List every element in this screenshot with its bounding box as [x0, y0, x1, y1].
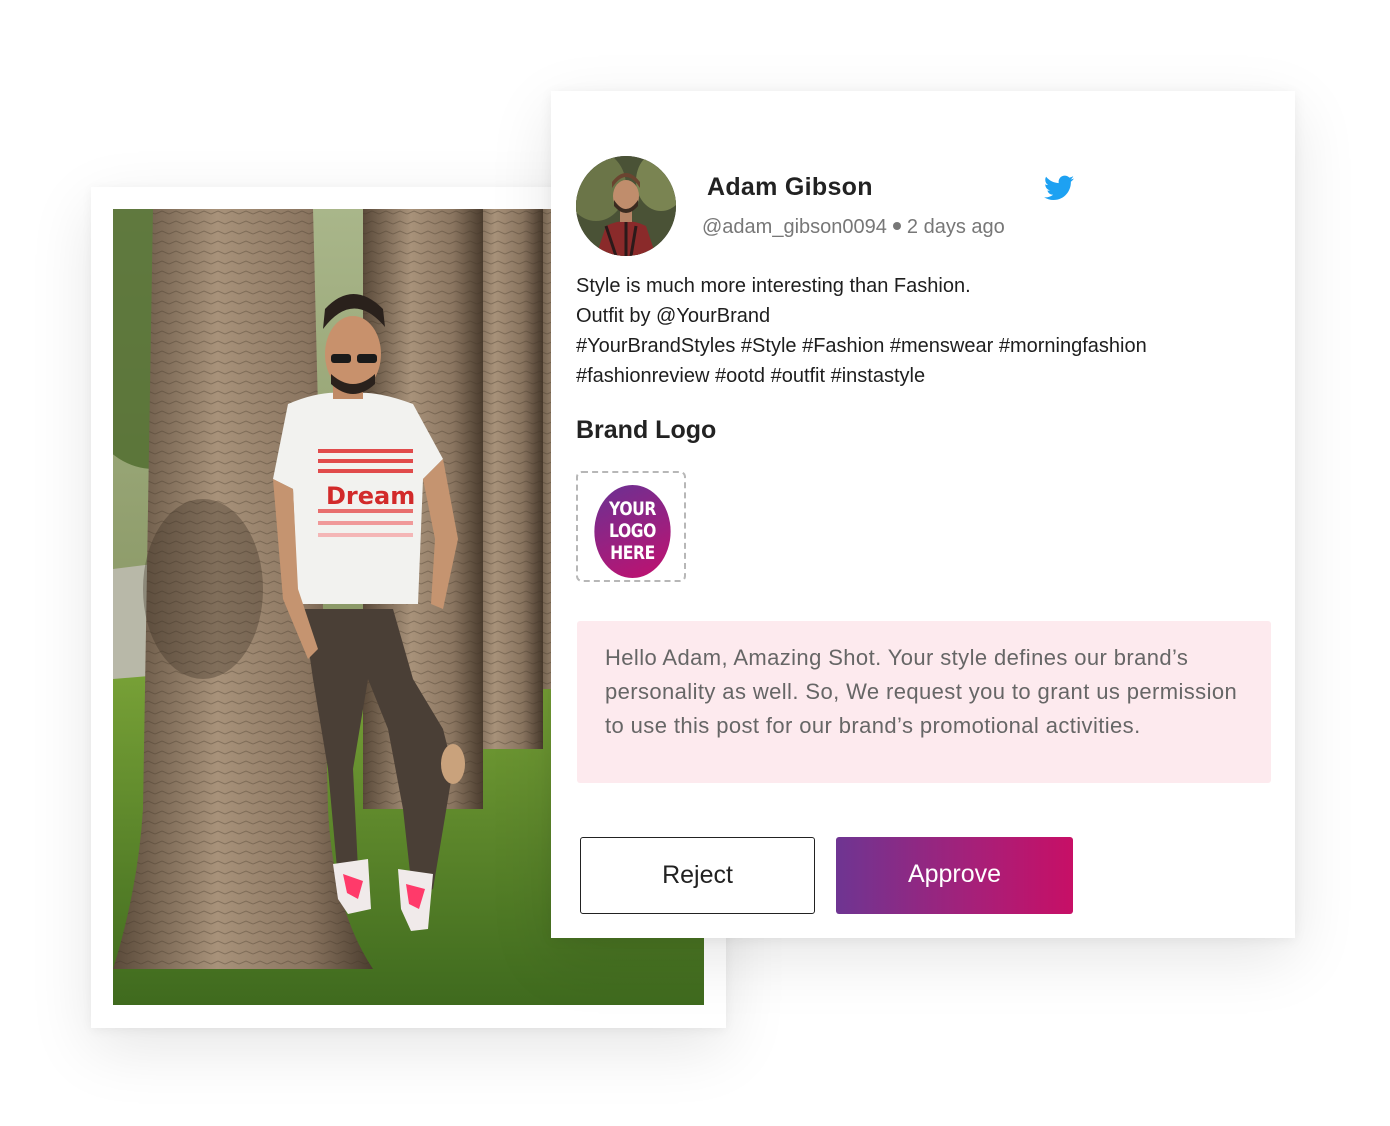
caption-line: #fashionreview #ootd #outfit #instastyle [576, 365, 926, 387]
ugc-approval-card: Adam Gibson @adam_gibson0094 2 days ago S… [551, 91, 1295, 938]
post-caption: Style is much more interesting than Fash… [576, 271, 1276, 391]
post-meta: @adam_gibson0094 2 days ago [702, 216, 1005, 239]
caption-line: #YourBrandStyles #Style #Fashion #menswe… [576, 335, 1147, 357]
twitter-bird-icon [1044, 175, 1074, 200]
brand-logo-placeholder: YOUR LOGO HERE [594, 485, 671, 578]
author-name[interactable]: Adam Gibson [707, 173, 873, 202]
approve-button[interactable]: Approve [836, 837, 1073, 914]
shirt-print-text: Dream [326, 482, 415, 510]
rights-request-text: Hello Adam, Amazing Shot. Your style def… [605, 645, 1238, 738]
author-avatar[interactable] [576, 156, 676, 256]
caption-line: Style is much more interesting than Fash… [576, 275, 971, 297]
caption-line: Outfit by @YourBrand [576, 305, 771, 327]
avatar-image [576, 156, 676, 256]
author-handle[interactable]: @adam_gibson0094 [702, 216, 887, 238]
brand-logo-heading: Brand Logo [576, 416, 717, 444]
rights-request-message: Hello Adam, Amazing Shot. Your style def… [577, 621, 1271, 783]
logo-text-line: YOUR [609, 498, 656, 520]
reject-button[interactable]: Reject [580, 837, 815, 914]
logo-text-line: LOGO [608, 520, 657, 542]
post-time: 2 days ago [906, 216, 1005, 238]
stage: Dream Adam Gibson @adam_gibson0094 2 day… [0, 0, 1390, 1126]
logo-text-line: HERE [610, 542, 655, 564]
separator-dot [892, 222, 901, 231]
brand-logo-dropzone[interactable]: YOUR LOGO HERE [576, 471, 686, 582]
